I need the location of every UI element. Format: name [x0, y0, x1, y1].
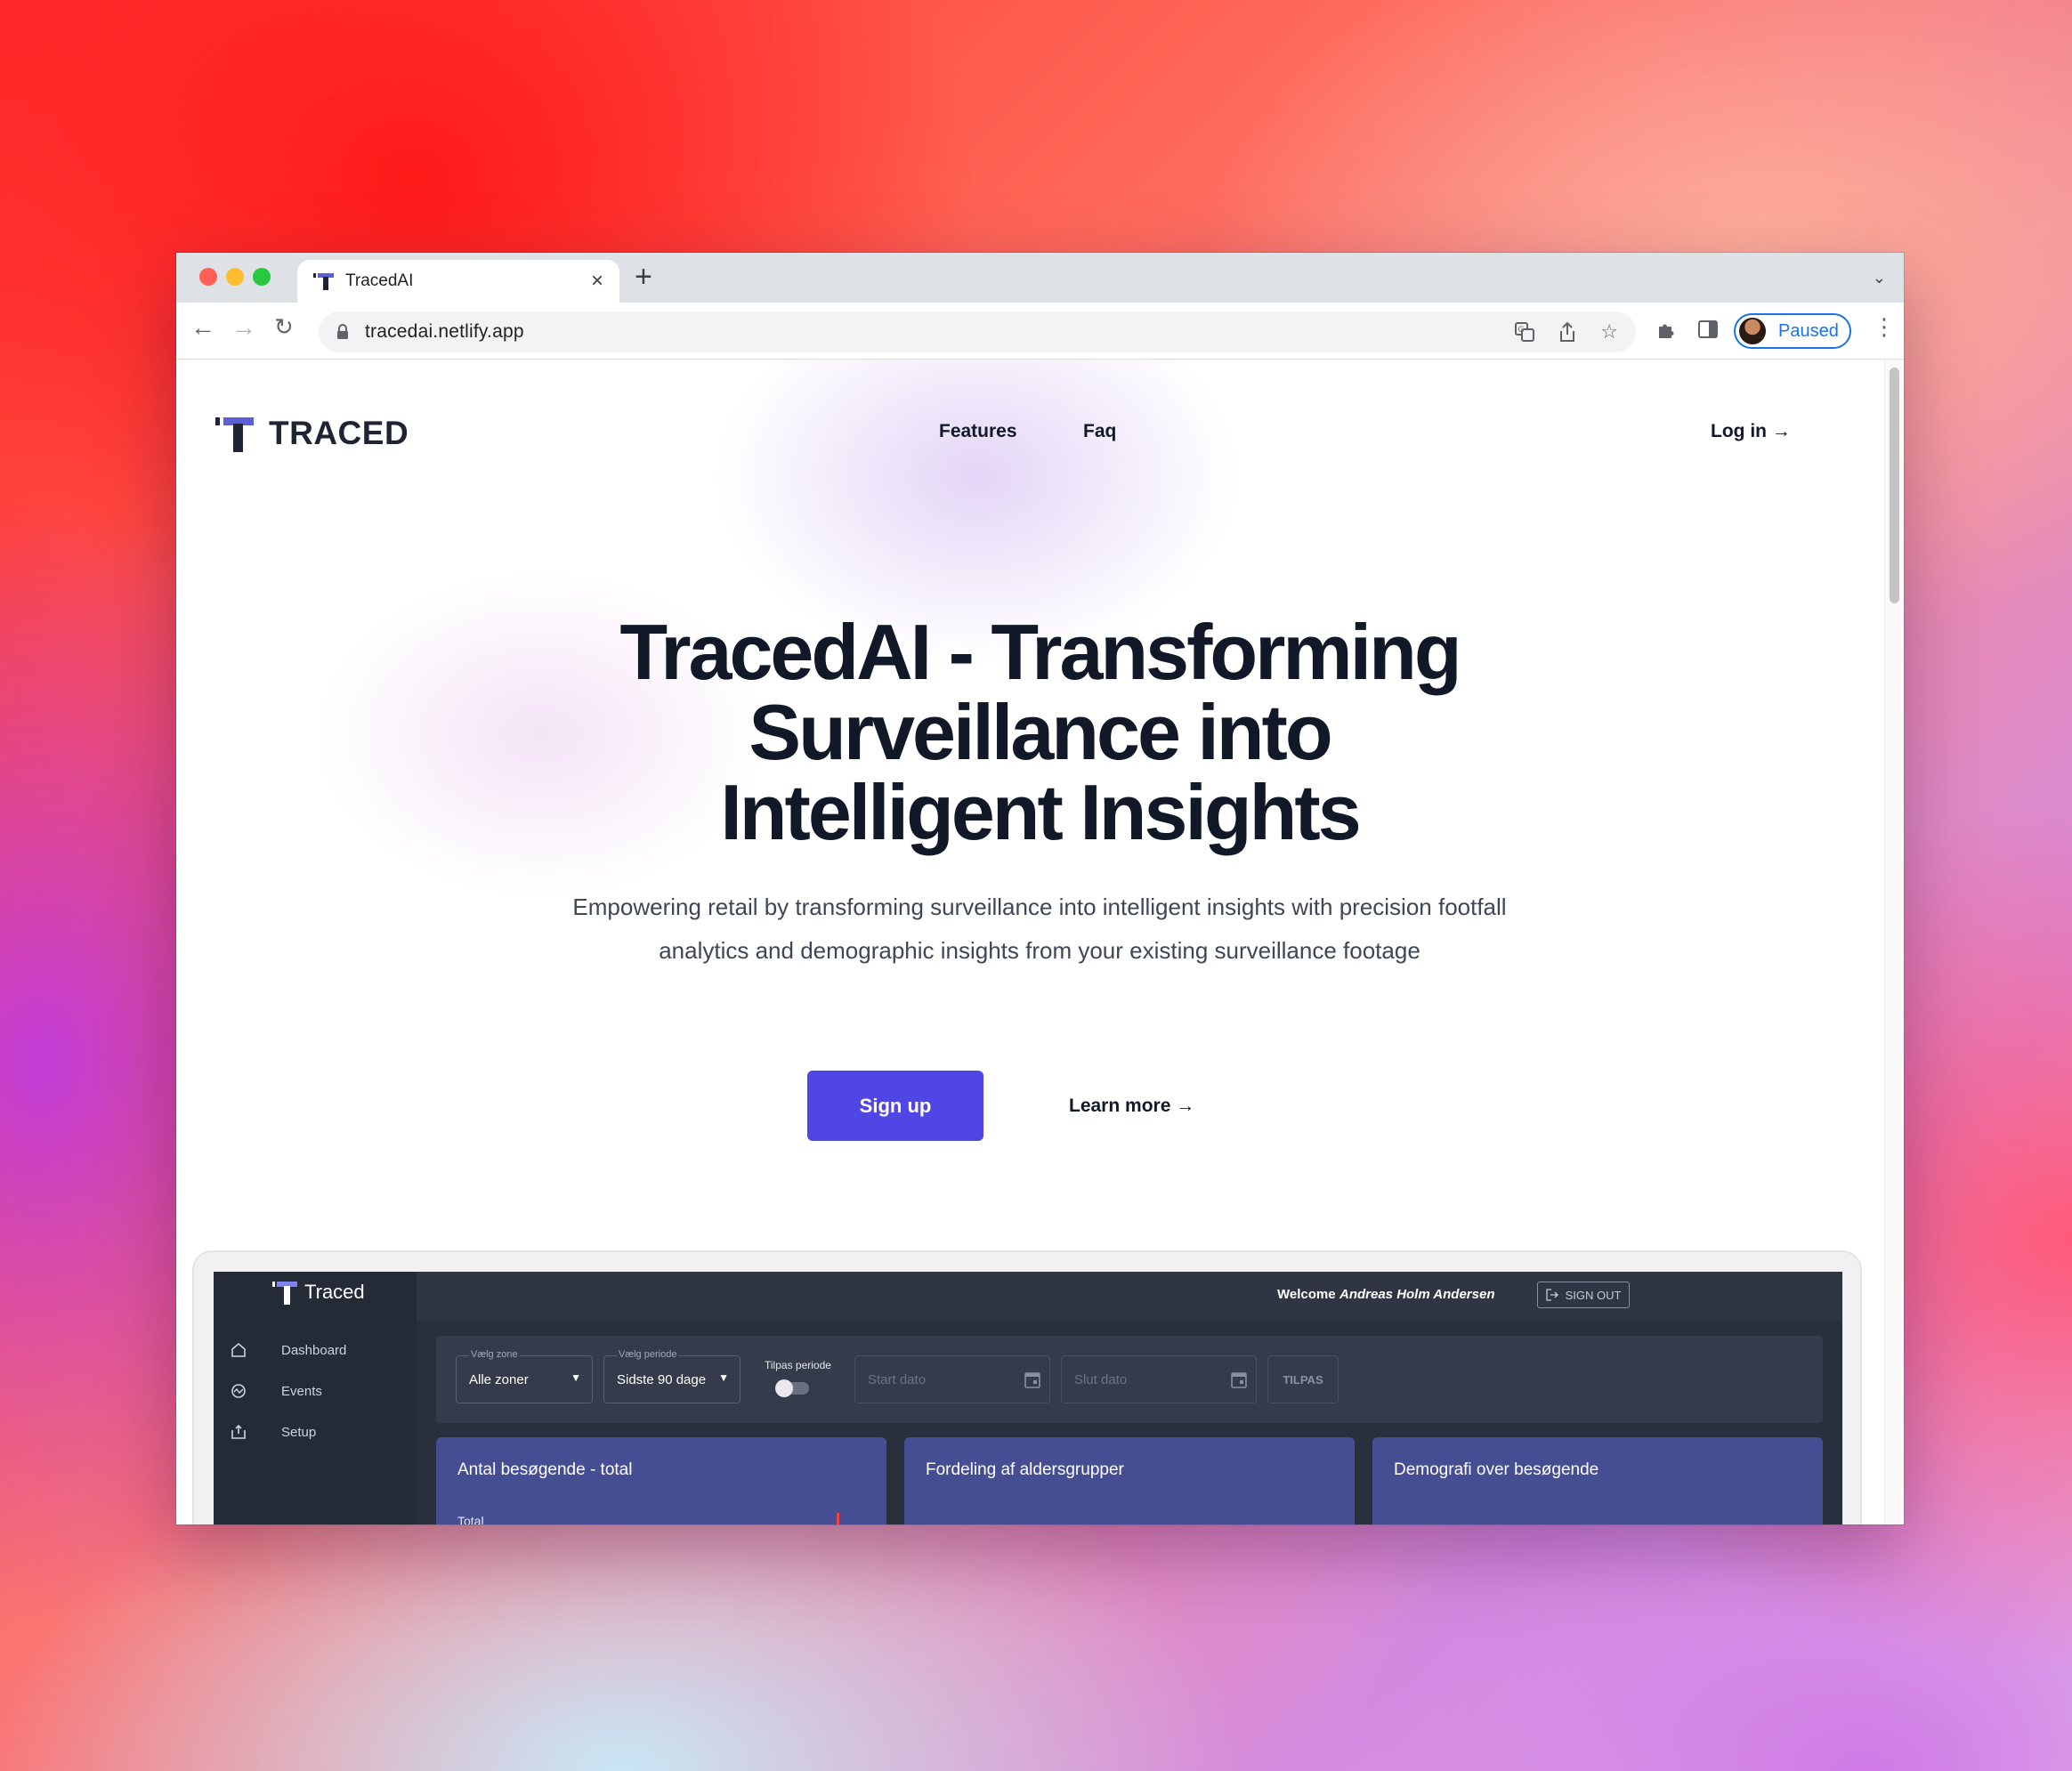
dashboard-logo: Traced	[272, 1279, 365, 1306]
chevron-down-icon[interactable]: ⌄	[1873, 269, 1886, 287]
total-visitors-card: Antal besøgende - total Total	[436, 1437, 886, 1524]
traced-favicon-icon	[313, 273, 334, 290]
card-title: Demografi over besøgende	[1394, 1460, 1599, 1479]
period-select-value: Sidste 90 dage	[617, 1372, 707, 1387]
traced-logo-icon	[215, 417, 254, 452]
calendar-icon[interactable]	[1231, 1371, 1247, 1388]
card-title: Fordeling af aldersgrupper	[926, 1460, 1124, 1479]
logout-icon	[1545, 1289, 1558, 1301]
apply-period-button[interactable]: TILPAS	[1267, 1355, 1339, 1403]
chart-marker	[837, 1513, 839, 1524]
browser-window: TracedAI × + ⌄ ← → ↻ tracedai.netlify.ap…	[176, 253, 1904, 1524]
dashboard-preview: Traced Dashboard Events Setup Welcome An…	[214, 1272, 1842, 1524]
share-icon[interactable]	[1558, 321, 1577, 343]
svg-text:G: G	[1518, 326, 1525, 335]
user-name: Andreas Holm Andersen	[1340, 1287, 1495, 1302]
bookmark-star-icon[interactable]: ☆	[1600, 320, 1618, 344]
caret-down-icon: ▼	[571, 1371, 581, 1384]
period-select-label: Vælg periode	[617, 1349, 679, 1360]
end-date-placeholder: Slut dato	[1074, 1372, 1128, 1387]
events-icon	[231, 1384, 246, 1398]
age-distribution-card: Fordeling af aldersgrupper	[904, 1437, 1355, 1524]
sidebar-item-setup[interactable]: Setup	[230, 1423, 316, 1441]
hero-title-line: Surveillance into	[749, 688, 1332, 776]
forward-icon[interactable]: →	[231, 315, 256, 340]
browser-toolbar: ← → ↻ tracedai.netlify.app G ☆ Paused ⋮	[176, 303, 1904, 360]
sign-out-label: SIGN OUT	[1565, 1288, 1622, 1302]
start-date-placeholder: Start dato	[868, 1372, 927, 1387]
tab-bar: TracedAI × + ⌄	[176, 253, 1904, 303]
card-series-label: Total	[457, 1514, 484, 1524]
sidebar-item-label: Dashboard	[281, 1342, 347, 1358]
lock-icon	[337, 324, 348, 339]
sidebar-item-dashboard[interactable]: Dashboard	[230, 1341, 346, 1359]
profile-button[interactable]: Paused	[1734, 313, 1851, 349]
zone-select-value: Alle zoner	[469, 1372, 529, 1387]
zone-select[interactable]: Vælg zone Alle zoner ▼	[456, 1349, 593, 1403]
traced-logo-icon	[272, 1282, 297, 1305]
login-link[interactable]: Log in →	[1711, 421, 1791, 442]
site-logo[interactable]: TRACED	[215, 414, 409, 453]
new-tab-icon[interactable]: +	[635, 262, 652, 292]
toggle-knob[interactable]	[775, 1379, 793, 1397]
reload-icon[interactable]: ↻	[274, 315, 294, 338]
profile-status: Paused	[1778, 320, 1839, 341]
hero-title-line: TracedAI - Transforming	[619, 608, 1461, 696]
tab-title: TracedAI	[345, 271, 414, 290]
close-tab-icon[interactable]: ×	[591, 271, 603, 292]
caret-down-icon: ▼	[718, 1371, 729, 1384]
nav-features[interactable]: Features	[939, 421, 1017, 442]
hero-title: TracedAI - Transforming Surveillance int…	[506, 612, 1574, 853]
end-date-input[interactable]: Slut dato	[1061, 1355, 1257, 1403]
address-bar[interactable]: tracedai.netlify.app G ☆	[319, 311, 1636, 352]
minimize-window-button[interactable]	[226, 268, 244, 286]
logo-text: TRACED	[269, 415, 409, 451]
sidebar-item-label: Setup	[281, 1424, 317, 1440]
url-text: tracedai.netlify.app	[365, 321, 524, 342]
sign-up-button[interactable]: Sign up	[807, 1071, 983, 1141]
welcome-label: Welcome	[1277, 1287, 1336, 1302]
translate-icon[interactable]: G	[1515, 322, 1535, 342]
dashboard-logo-text: Traced	[304, 1281, 365, 1303]
browser-tab[interactable]: TracedAI ×	[297, 260, 619, 303]
home-icon	[231, 1342, 246, 1357]
period-select[interactable]: Vælg periode Sidste 90 dage ▼	[603, 1349, 741, 1403]
hero-title-line: Intelligent Insights	[720, 768, 1361, 856]
sidebar-item-events[interactable]: Events	[230, 1382, 322, 1400]
custom-period-label: Tilpas periode	[765, 1359, 831, 1371]
zone-select-label: Vælg zone	[469, 1349, 520, 1360]
scrollbar[interactable]	[1884, 360, 1904, 1524]
sign-out-button[interactable]: SIGN OUT	[1537, 1282, 1630, 1308]
start-date-input[interactable]: Start dato	[854, 1355, 1050, 1403]
avatar	[1739, 318, 1766, 344]
page-viewport: TRACED Features Faq Log in → TracedAI - …	[176, 360, 1904, 1524]
extensions-icon[interactable]	[1655, 319, 1677, 340]
filter-bar: Vælg zone Alle zoner ▼ Vælg periode Sids…	[436, 1336, 1823, 1423]
calendar-icon[interactable]	[1024, 1371, 1040, 1388]
card-title: Antal besøgende - total	[457, 1460, 633, 1479]
learn-more-link[interactable]: Learn more →	[1069, 1096, 1194, 1117]
maximize-window-button[interactable]	[253, 268, 271, 286]
more-menu-icon[interactable]: ⋮	[1873, 315, 1896, 338]
back-icon[interactable]: ←	[190, 315, 215, 340]
dashboard-sidebar: Traced Dashboard Events Setup	[214, 1272, 417, 1524]
scrollbar-thumb[interactable]	[1890, 368, 1899, 603]
demographics-card: Demografi over besøgende	[1372, 1437, 1823, 1524]
side-panel-icon[interactable]	[1698, 319, 1718, 339]
close-window-button[interactable]	[199, 268, 217, 286]
hero-subtitle: Empowering retail by transforming survei…	[572, 894, 1507, 964]
nav-faq[interactable]: Faq	[1083, 421, 1116, 442]
setup-icon	[231, 1424, 246, 1439]
sidebar-item-label: Events	[281, 1383, 322, 1399]
